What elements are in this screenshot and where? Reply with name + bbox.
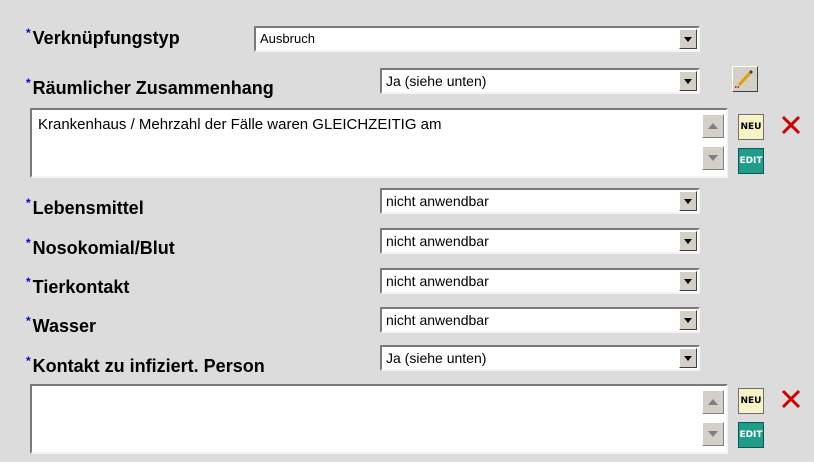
nosokomial-label: * Nosokomial/Blut [26,236,175,259]
raeumlich-label-text: Räumlicher Zusammenhang [32,78,274,98]
scroll-up-icon [708,123,718,129]
tierkontakt-value: nicht anwendbar [386,273,489,289]
lebensmittel-dropdown-button[interactable] [679,191,697,211]
wasser-select[interactable]: nicht anwendbar [380,307,700,333]
raeumlich-memo[interactable]: Krankenhaus / Mehrzahl der Fälle waren G… [30,108,728,178]
chevron-down-icon [684,37,692,42]
required-marker: * [26,76,31,90]
kontakt-select[interactable]: Ja (siehe unten) [380,345,700,371]
wasser-label-text: Wasser [32,316,97,336]
chevron-down-icon [684,79,692,84]
wasser-label: * Wasser [26,314,97,337]
raeumlich-value: Ja (siehe unten) [386,73,487,89]
kontakt-label-text: Kontakt zu infiziert. Person [32,356,265,376]
chevron-down-icon [684,318,692,323]
lebensmittel-select[interactable]: nicht anwendbar [380,188,700,214]
kontakt-memo[interactable] [30,384,728,454]
required-marker: * [26,314,31,328]
nosokomial-select[interactable]: nicht anwendbar [380,228,700,254]
required-marker: * [26,275,31,289]
kontakt-dropdown-button[interactable] [679,348,697,368]
delete-x-icon [781,115,801,135]
delete-button-2[interactable] [778,386,804,412]
scroll-down-icon [708,155,718,161]
neu-button-2[interactable]: NEU [738,388,764,414]
edit-pencil-button[interactable] [732,66,758,92]
edit-button-2[interactable]: EDIT [738,422,764,448]
tierkontakt-select[interactable]: nicht anwendbar [380,268,700,294]
lebensmittel-value: nicht anwendbar [386,193,489,209]
raeumlich-label: * Räumlicher Zusammenhang [26,76,274,99]
scroll-up-icon [708,399,718,405]
scroll-down-button[interactable] [702,422,724,446]
kontakt-value: Ja (siehe unten) [386,350,487,366]
verknuepfungstyp-value: Ausbruch [260,31,315,46]
tierkontakt-label-text: Tierkontakt [32,277,130,297]
required-marker: * [26,236,31,250]
edit-button[interactable]: EDIT [738,148,764,174]
delete-button[interactable] [778,112,804,138]
verknuepfungstyp-dropdown-button[interactable] [679,29,697,49]
required-marker: * [26,354,31,368]
tierkontakt-label: * Tierkontakt [26,275,130,298]
form-panel: * Verknüpfungstyp Ausbruch * Räumlicher Zu… [0,0,814,462]
required-marker: * [26,26,31,40]
tierkontakt-dropdown-button[interactable] [679,271,697,291]
wasser-dropdown-button[interactable] [679,310,697,330]
verknuepfungstyp-label: * Verknüpfungstyp [26,26,180,49]
scroll-up-button[interactable] [702,114,724,138]
verknuepfungstyp-select[interactable]: Ausbruch [254,26,700,52]
raeumlich-memo-text: Krankenhaus / Mehrzahl der Fälle waren G… [38,116,442,133]
neu-button[interactable]: NEU [738,114,764,140]
required-marker: * [26,196,31,210]
pencil-icon [735,69,754,88]
verknuepfungstyp-label-text: Verknüpfungstyp [32,28,180,48]
raeumlich-dropdown-button[interactable] [679,71,697,91]
scroll-down-button[interactable] [702,146,724,170]
nosokomial-dropdown-button[interactable] [679,231,697,251]
scroll-up-button[interactable] [702,390,724,414]
lebensmittel-label: * Lebensmittel [26,196,144,219]
chevron-down-icon [684,356,692,361]
lebensmittel-label-text: Lebensmittel [32,198,144,218]
scroll-down-icon [708,431,718,437]
raeumlich-select[interactable]: Ja (siehe unten) [380,68,700,94]
nosokomial-value: nicht anwendbar [386,233,489,249]
chevron-down-icon [684,239,692,244]
kontakt-label: * Kontakt zu infiziert. Person [26,354,265,377]
nosokomial-label-text: Nosokomial/Blut [32,238,175,258]
wasser-value: nicht anwendbar [386,312,489,328]
chevron-down-icon [684,279,692,284]
chevron-down-icon [684,199,692,204]
delete-x-icon [781,389,801,409]
